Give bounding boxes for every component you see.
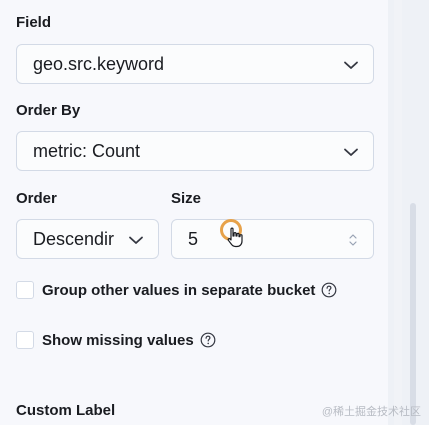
chevron-down-icon (344, 61, 358, 69)
size-label: Size (171, 190, 202, 207)
show-missing-values-row[interactable]: Show missing values (16, 331, 216, 349)
number-stepper-icon[interactable] (347, 231, 359, 249)
order-by-select-value: metric: Count (33, 140, 141, 161)
order-select[interactable]: Descendir (16, 219, 159, 259)
field-select-value: geo.src.keyword (33, 53, 165, 74)
watermark: @稀土掘金技术社区 (321, 406, 421, 418)
show-missing-values-checkbox[interactable] (16, 331, 34, 349)
question-circle-icon[interactable] (321, 282, 337, 298)
group-other-values-row[interactable]: Group other values in separate bucket (16, 281, 337, 299)
custom-label-label: Custom Label (16, 402, 116, 419)
order-by-label: Order By (16, 102, 81, 119)
order-by-select[interactable]: metric: Count (16, 131, 374, 171)
group-other-values-checkbox[interactable] (16, 281, 34, 299)
size-input-value: 5 (188, 228, 199, 249)
chevron-down-icon (129, 236, 143, 244)
group-other-values-label[interactable]: Group other values in separate bucket (42, 282, 315, 299)
show-missing-values-label[interactable]: Show missing values (42, 332, 194, 349)
chevron-down-icon (344, 148, 358, 156)
scrollbar-thumb[interactable] (410, 203, 416, 425)
order-label: Order (16, 190, 57, 207)
hand-pointer-icon (227, 227, 243, 248)
size-number-input[interactable]: 5 (171, 219, 374, 259)
field-select[interactable]: geo.src.keyword (16, 44, 374, 84)
scrollbar-track (394, 0, 402, 425)
question-circle-icon[interactable] (200, 332, 216, 348)
field-label: Field (16, 14, 52, 31)
order-select-value: Descendir (33, 228, 115, 249)
